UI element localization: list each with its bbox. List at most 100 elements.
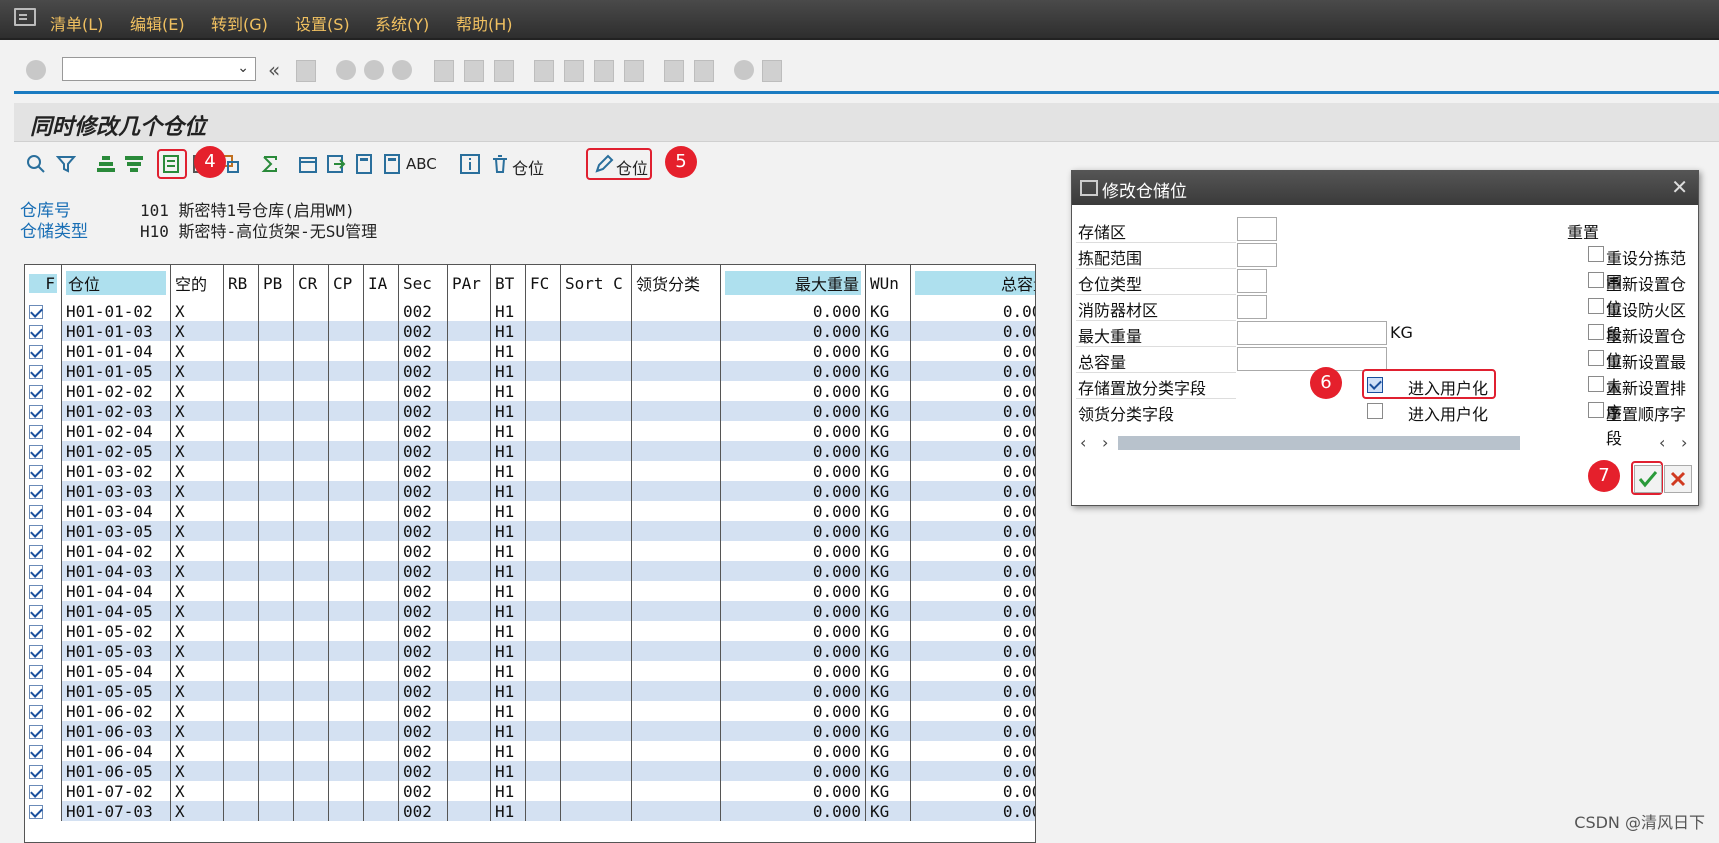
print-icon[interactable]: [434, 60, 454, 82]
menu-goto[interactable]: 转到(G): [211, 11, 268, 35]
table-row[interactable]: H01-02-05X 002 H1 0.000KG0.000: [25, 441, 1035, 461]
table-row[interactable]: H01-03-05X 002 H1 0.000KG0.000: [25, 521, 1035, 541]
new-session-icon[interactable]: [664, 60, 684, 82]
table-row[interactable]: H01-01-03X 002 H1 0.000KG0.000: [25, 321, 1035, 341]
delete-bin-label[interactable]: 仓位: [512, 155, 544, 179]
row-select-checkbox[interactable]: [29, 765, 43, 779]
table-row[interactable]: H01-05-05X 002 H1 0.000KG0.000: [25, 681, 1035, 701]
column-header[interactable]: Sec: [398, 265, 448, 301]
column-header[interactable]: 领货分类: [631, 265, 721, 301]
table-row[interactable]: H01-05-02X 002 H1 0.000KG0.000: [25, 621, 1035, 641]
horizontal-scrollbar[interactable]: [1118, 436, 1520, 450]
table-row[interactable]: H01-06-05X 002 H1 0.000KG0.000: [25, 761, 1035, 781]
row-select-checkbox[interactable]: [29, 645, 43, 659]
row-select-checkbox[interactable]: [29, 785, 43, 799]
scroll-left-icon[interactable]: ‹: [1080, 433, 1086, 452]
row-select-checkbox[interactable]: [29, 665, 43, 679]
chevron-down-icon[interactable]: ⌄: [237, 60, 249, 76]
menu-system[interactable]: 系统(Y): [375, 11, 429, 35]
enter-icon[interactable]: [26, 60, 46, 80]
column-header[interactable]: CR: [293, 265, 329, 301]
table-row[interactable]: H01-02-02X 002 H1 0.000KG0.000: [25, 381, 1035, 401]
table-row[interactable]: H01-04-02X 002 H1 0.000KG0.000: [25, 541, 1035, 561]
column-header[interactable]: 空的: [170, 265, 224, 301]
fire-section-input[interactable]: [1237, 295, 1267, 319]
row-select-checkbox[interactable]: [29, 385, 43, 399]
table-row[interactable]: H01-07-03X 002 H1 0.000KG0.000: [25, 801, 1035, 821]
column-header[interactable]: 总容量: [910, 265, 1035, 301]
table-row[interactable]: H01-02-04X 002 H1 0.000KG0.000: [25, 421, 1035, 441]
first-page-icon[interactable]: [534, 60, 554, 82]
row-select-checkbox[interactable]: [29, 565, 43, 579]
column-header[interactable]: CP: [328, 265, 364, 301]
column-header[interactable]: PAr: [447, 265, 491, 301]
reset-checkbox-1[interactable]: [1588, 246, 1604, 262]
column-header[interactable]: WUn: [865, 265, 911, 301]
reset-checkbox-2[interactable]: [1588, 272, 1604, 288]
scroll-right-icon-2[interactable]: ›: [1681, 433, 1687, 452]
delete-bin-icon[interactable]: [490, 154, 510, 174]
sum-icon[interactable]: [260, 154, 280, 174]
table-row[interactable]: H01-03-04X 002 H1 0.000KG0.000: [25, 501, 1035, 521]
reset-checkbox-3[interactable]: [1588, 298, 1604, 314]
total-capacity-input[interactable]: [1237, 347, 1387, 371]
row-select-checkbox[interactable]: [29, 465, 43, 479]
table-row[interactable]: H01-06-04X 002 H1 0.000KG0.000: [25, 741, 1035, 761]
back-icon[interactable]: [336, 60, 356, 80]
scroll-right-icon[interactable]: ›: [1102, 433, 1108, 452]
table-row[interactable]: H01-04-05X 002 H1 0.000KG0.000: [25, 601, 1035, 621]
row-select-checkbox[interactable]: [29, 685, 43, 699]
abc-analysis-icon[interactable]: [382, 154, 402, 174]
table-row[interactable]: H01-01-04X 002 H1 0.000KG0.000: [25, 341, 1035, 361]
pencil-icon[interactable]: [594, 154, 614, 174]
table-row[interactable]: H01-03-02X 002 H1 0.000KG0.000: [25, 461, 1035, 481]
reset-checkbox-5[interactable]: [1588, 350, 1604, 366]
cancel-button[interactable]: [1664, 465, 1692, 493]
column-header[interactable]: 仓位: [61, 265, 171, 301]
filter-icon[interactable]: [56, 154, 76, 174]
exit-icon[interactable]: [364, 60, 384, 80]
layout-change-icon[interactable]: [326, 154, 346, 174]
row-select-checkbox[interactable]: [29, 725, 43, 739]
sap-menu-icon[interactable]: [14, 8, 36, 26]
row-select-checkbox[interactable]: [29, 365, 43, 379]
shortcut-icon[interactable]: [694, 60, 714, 82]
menu-edit[interactable]: 编辑(E): [130, 11, 185, 35]
storage-section-input[interactable]: [1237, 217, 1277, 241]
row-select-checkbox[interactable]: [29, 325, 43, 339]
scroll-left-icon-2[interactable]: ‹: [1659, 433, 1665, 452]
abc-label[interactable]: ABC: [406, 155, 437, 173]
previous-page-icon[interactable]: [564, 60, 584, 82]
row-select-checkbox[interactable]: [29, 745, 43, 759]
row-select-checkbox[interactable]: [29, 805, 43, 819]
row-select-checkbox[interactable]: [29, 525, 43, 539]
menu-settings[interactable]: 设置(S): [295, 11, 350, 35]
change-bin-label[interactable]: 仓位: [616, 155, 648, 179]
row-select-checkbox[interactable]: [29, 305, 43, 319]
bin-type-input[interactable]: [1237, 269, 1267, 293]
table-row[interactable]: H01-01-02X 002 H1 0.000KG0.000: [25, 301, 1035, 321]
table-row[interactable]: H01-04-03X 002 H1 0.000KG0.000: [25, 561, 1035, 581]
row-select-checkbox[interactable]: [29, 505, 43, 519]
table-row[interactable]: H01-07-02X 002 H1 0.000KG0.000: [25, 781, 1035, 801]
column-header[interactable]: RB: [223, 265, 259, 301]
details-icon[interactable]: [26, 154, 46, 174]
row-select-checkbox[interactable]: [29, 605, 43, 619]
row-select-checkbox[interactable]: [29, 345, 43, 359]
last-page-icon[interactable]: [624, 60, 644, 82]
row-select-checkbox[interactable]: [29, 405, 43, 419]
max-weight-input[interactable]: [1237, 321, 1387, 345]
reset-checkbox-4[interactable]: [1588, 324, 1604, 340]
column-header[interactable]: Sort C: [560, 265, 632, 301]
table-row[interactable]: H01-01-05X 002 H1 0.000KG0.000: [25, 361, 1035, 381]
menu-help[interactable]: 帮助(H): [456, 11, 513, 35]
calculator-icon[interactable]: [354, 154, 374, 174]
find-next-icon[interactable]: [494, 60, 514, 82]
table-row[interactable]: H01-03-03X 002 H1 0.000KG0.000: [25, 481, 1035, 501]
close-icon[interactable]: ✕: [1671, 175, 1688, 199]
reset-checkbox-6[interactable]: [1588, 376, 1604, 392]
row-select-checkbox[interactable]: [29, 585, 43, 599]
row-select-checkbox[interactable]: [29, 485, 43, 499]
help-icon[interactable]: [734, 60, 754, 80]
next-page-icon[interactable]: [594, 60, 614, 82]
